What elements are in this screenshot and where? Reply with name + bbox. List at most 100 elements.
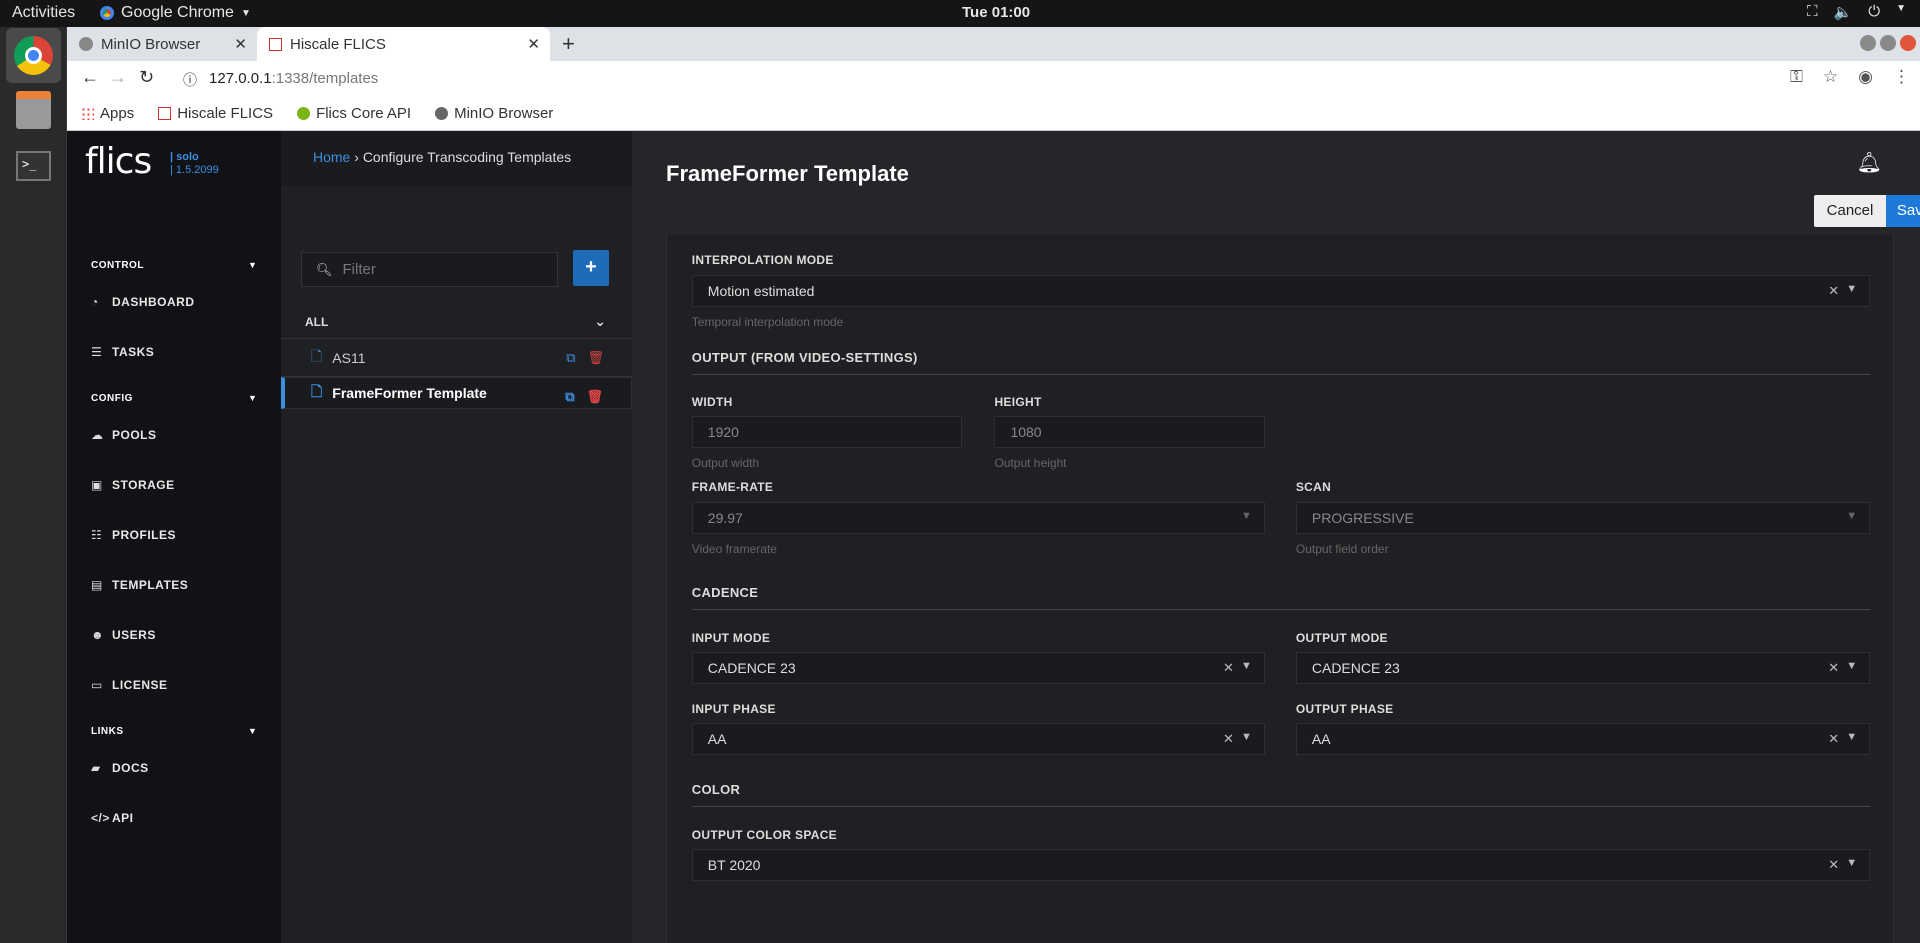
chevron-down-icon[interactable]: ▼ bbox=[1241, 731, 1252, 743]
trash-icon[interactable]: 🗑︎ bbox=[587, 350, 604, 366]
close-tab-icon[interactable]: ✕ bbox=[527, 35, 540, 53]
sidebar-item-profiles[interactable]: ☷ PROFILES bbox=[91, 528, 176, 542]
dashboard-icon: ◔ bbox=[91, 295, 99, 309]
select-value: AA bbox=[1311, 731, 1331, 747]
filter-placeholder: Filter bbox=[342, 261, 376, 278]
scan-select[interactable]: PROGRESSIVE ▼ bbox=[1295, 502, 1871, 534]
breadcrumb-home[interactable]: Home bbox=[313, 149, 350, 165]
section-links[interactable]: LINKS ▼ bbox=[91, 726, 257, 737]
back-icon[interactable]: ← bbox=[81, 67, 99, 88]
filter-input[interactable]: 🔍︎ Filter bbox=[301, 252, 558, 287]
browser-window: MinIO Browser ✕ Hiscale FLICS ✕ + ← → ↻ … bbox=[67, 27, 1920, 131]
chevron-down-icon[interactable]: ▼ bbox=[1846, 731, 1857, 743]
interpolation-mode-select[interactable]: Motion estimated ✕ ▼ bbox=[691, 275, 1871, 307]
chevron-down-icon[interactable]: ▼ bbox=[1846, 857, 1857, 869]
item-actions: ⧉ 🗑︎ bbox=[565, 389, 603, 405]
clear-icon[interactable]: ✕ bbox=[1828, 731, 1839, 747]
apps-grid-icon bbox=[81, 107, 94, 120]
output-mode-select[interactable]: CADENCE 23 ✕ ▼ bbox=[1295, 652, 1871, 684]
list-item[interactable]: 🗋 AS11 ⧉ 🗑︎ bbox=[281, 339, 632, 377]
forward-icon[interactable]: → bbox=[109, 67, 127, 88]
close-window-icon[interactable] bbox=[1900, 35, 1916, 51]
section-config[interactable]: CONFIG ▼ bbox=[91, 393, 257, 404]
bookmark-core-api[interactable]: Flics Core API bbox=[297, 105, 411, 122]
minimize-icon[interactable] bbox=[1860, 35, 1876, 51]
field-label: INPUT MODE bbox=[691, 631, 771, 645]
clear-icon[interactable]: ✕ bbox=[1223, 731, 1234, 747]
tab-hiscale[interactable]: Hiscale FLICS ✕ bbox=[257, 27, 550, 61]
chevron-down-icon[interactable]: ▼ bbox=[1846, 283, 1857, 295]
bookmark-apps[interactable]: Apps bbox=[81, 105, 134, 122]
maximize-icon[interactable] bbox=[1880, 35, 1896, 51]
output-phase-select[interactable]: AA ✕ ▼ bbox=[1295, 723, 1871, 755]
clock[interactable]: Tue 01:00 bbox=[962, 4, 1030, 21]
chevron-down-icon[interactable]: ▼ bbox=[1846, 660, 1857, 672]
document-icon: ▤ bbox=[91, 578, 103, 592]
section-label: CONTROL bbox=[91, 260, 144, 271]
height-input[interactable]: 1080 bbox=[994, 416, 1265, 448]
key-icon[interactable]: ⚿ bbox=[1790, 67, 1803, 87]
sidebar-item-tasks[interactable]: ☰ TASKS bbox=[91, 345, 154, 359]
save-button[interactable]: Save bbox=[1886, 195, 1920, 227]
caret-down-icon: ▼ bbox=[248, 726, 258, 736]
activities-button[interactable]: Activities bbox=[12, 4, 75, 22]
tab-minio[interactable]: MinIO Browser ✕ bbox=[67, 27, 257, 61]
copy-icon[interactable]: ⧉ bbox=[566, 350, 575, 366]
list-group-header[interactable]: ALL ⌄ bbox=[281, 309, 632, 339]
star-icon[interactable]: ☆ bbox=[1823, 67, 1838, 87]
os-top-bar: Activities Google Chrome ▼ Tue 01:00 ⛶ 🔈… bbox=[0, 0, 1920, 27]
list-item[interactable]: 🗋 FrameFormer Template ⧉ 🗑︎ bbox=[281, 377, 632, 409]
clear-icon[interactable]: ✕ bbox=[1828, 857, 1839, 873]
sidebar-item-dashboard[interactable]: ◔ DASHBOARD bbox=[91, 295, 195, 309]
menu-icon[interactable]: ⋮ bbox=[1893, 67, 1910, 87]
sidebar-item-storage[interactable]: ▣ STORAGE bbox=[91, 478, 175, 492]
system-tray[interactable]: ⛶ 🔈 ⏻ ▼ bbox=[1807, 3, 1906, 21]
width-input[interactable]: 1920 bbox=[691, 416, 963, 448]
new-tab-button[interactable]: + bbox=[562, 31, 575, 57]
bookmark-label: Hiscale FLICS bbox=[177, 105, 274, 122]
clear-icon[interactable]: ✕ bbox=[1828, 660, 1839, 676]
trash-icon[interactable]: 🗑︎ bbox=[586, 389, 603, 405]
bookmark-hiscale[interactable]: Hiscale FLICS bbox=[158, 105, 273, 122]
bell-icon[interactable]: 🔔︎ bbox=[1857, 150, 1882, 175]
sidebar-item-license[interactable]: ▭ LICENSE bbox=[91, 678, 168, 692]
reload-icon[interactable]: ↻ bbox=[139, 67, 154, 88]
sidebar-item-label: USERS bbox=[112, 628, 156, 642]
address-bar[interactable]: 127.0.0.1:1338/templates bbox=[209, 70, 378, 87]
framerate-select[interactable]: 29.97 ▼ bbox=[691, 502, 1265, 534]
input-mode-select[interactable]: CADENCE 23 ✕ ▼ bbox=[691, 652, 1265, 684]
info-icon[interactable]: ⓘ bbox=[183, 70, 197, 90]
add-template-button[interactable]: + bbox=[573, 250, 609, 286]
field-label: OUTPUT PHASE bbox=[1295, 702, 1394, 716]
sidebar-item-templates[interactable]: ▤ TEMPLATES bbox=[91, 578, 188, 592]
field-hint: Temporal interpolation mode bbox=[691, 315, 844, 329]
bookmarks-bar: Apps Hiscale FLICS Flics Core API MinIO … bbox=[67, 97, 1920, 131]
chrome-launcher[interactable] bbox=[6, 28, 61, 83]
files-launcher[interactable] bbox=[6, 83, 61, 138]
clear-icon[interactable]: ✕ bbox=[1223, 660, 1234, 676]
bookmark-label: Flics Core API bbox=[316, 105, 412, 122]
section-control[interactable]: CONTROL ▼ bbox=[91, 260, 257, 271]
logo[interactable]: flics bbox=[85, 141, 152, 182]
close-tab-icon[interactable]: ✕ bbox=[234, 35, 247, 53]
sidebar-item-pools[interactable]: ☁ POOLS bbox=[91, 428, 157, 442]
output-color-space-select[interactable]: BT 2020 ✕ ▼ bbox=[691, 849, 1871, 881]
chevron-down-icon[interactable]: ▼ bbox=[1846, 510, 1857, 522]
sidebar-item-label: PROFILES bbox=[112, 528, 177, 542]
cancel-button[interactable]: Cancel bbox=[1814, 195, 1886, 227]
terminal-launcher[interactable]: >_ bbox=[6, 139, 61, 194]
section-label: LINKS bbox=[91, 726, 124, 737]
clear-icon[interactable]: ✕ bbox=[1828, 283, 1839, 299]
sidebar-item-api[interactable]: </> API bbox=[91, 811, 134, 825]
sidebar-item-docs[interactable]: ▰ DOCS bbox=[91, 761, 149, 775]
account-icon[interactable]: ◉ bbox=[1858, 67, 1873, 87]
bookmark-minio[interactable]: MinIO Browser bbox=[435, 105, 553, 122]
select-value: PROGRESSIVE bbox=[1311, 510, 1414, 526]
chevron-down-icon[interactable]: ▼ bbox=[1241, 660, 1252, 672]
input-phase-select[interactable]: AA ✕ ▼ bbox=[691, 723, 1265, 755]
sidebar-item-users[interactable]: ☻ USERS bbox=[91, 628, 156, 642]
breadcrumb: Home › Configure Transcoding Templates bbox=[281, 131, 632, 186]
chevron-down-icon[interactable]: ▼ bbox=[1241, 510, 1252, 522]
app-menu[interactable]: Google Chrome ▼ bbox=[100, 4, 251, 22]
copy-icon[interactable]: ⧉ bbox=[565, 389, 574, 405]
